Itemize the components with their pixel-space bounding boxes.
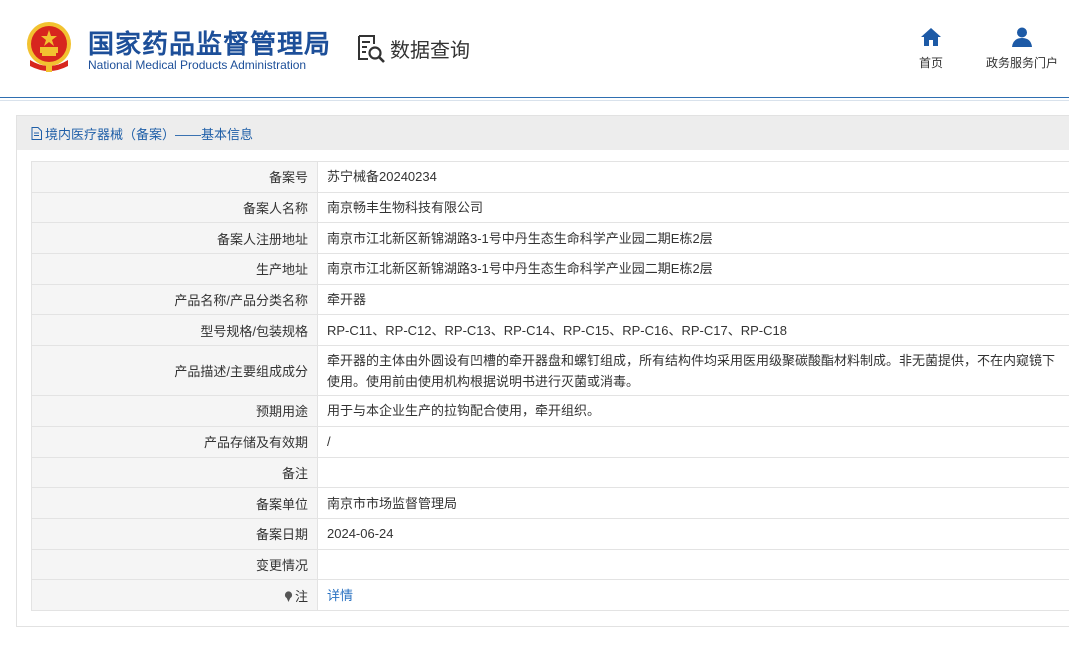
nav-gov-label: 政务服务门户 [985,56,1058,70]
row-value: 牵开器的主体由外圆设有凹槽的牵开器盘和螺钉组成，所有结构件均采用医用级聚碳酸酯材… [317,345,1069,397]
details-link[interactable]: 详情 [327,588,353,603]
nav-gov-service-portal[interactable]: 政务服务门户 [980,26,1064,71]
row-label: 产品名称/产品分类名称 [31,283,318,316]
row-label: 变更情况 [31,548,318,581]
data-query-heading: 数据查询 [356,33,470,63]
row-label: 产品存储及有效期 [31,425,318,458]
home-icon [921,28,941,46]
row-label: 型号规格/包装规格 [31,314,318,347]
row-value: 2024-06-24 [317,517,1069,550]
row-label: 生产地址 [31,253,318,285]
row-value: / [317,425,1069,458]
note-label: 注 [294,588,308,604]
row-value: 南京市江北新区新锦湖路3-1号中丹生态生命科学产业园二期E栋2层 [317,222,1069,255]
org-name-cn: 国家药品监督管理局 [88,29,332,59]
note-label-cell: 注 [31,579,318,611]
table-row: 注 详情 [31,579,1069,611]
nav-home[interactable]: 首页 [912,26,950,71]
table-row: 型号规格/包装规格 RP-C11、RP-C12、RP-C13、RP-C14、RP… [31,314,1069,347]
section-title: 数据查询 [390,39,470,62]
org-name-en: National Medical Products Administration [88,58,307,72]
table-row: 变更情况 [31,548,1069,581]
row-label: 预期用途 [31,395,318,427]
national-emblem-icon [27,22,71,72]
info-panel: 境内医疗器械（备案）——基本信息 备案号 苏宁械备20240234 备案人名称 … [16,115,1069,627]
row-value [317,456,1069,489]
row-label: 备案单位 [31,487,318,519]
note-value-cell: 详情 [317,579,1069,611]
row-value: 南京市市场监督管理局 [317,487,1069,519]
info-table: 备案号 苏宁械备20240234 备案人名称 南京畅丰生物科技有限公司 备案人注… [31,161,1069,611]
table-row: 生产地址 南京市江北新区新锦湖路3-1号中丹生态生命科学产业园二期E栋2层 [31,253,1069,285]
panel-title: 境内医疗器械（备案）——基本信息 [17,116,1069,150]
document-search-icon [358,35,385,63]
row-value: RP-C11、RP-C12、RP-C13、RP-C14、RP-C15、RP-C1… [317,314,1069,347]
table-row: 备注 [31,456,1069,489]
table-row: 备案人注册地址 南京市江北新区新锦湖路3-1号中丹生态生命科学产业园二期E栋2层 [31,222,1069,255]
document-icon [31,126,42,140]
table-row: 备案日期 2024-06-24 [31,517,1069,550]
row-value: 南京畅丰生物科技有限公司 [317,191,1069,224]
row-value: 牵开器 [317,283,1069,316]
row-value: 南京市江北新区新锦湖路3-1号中丹生态生命科学产业园二期E栋2层 [317,253,1069,285]
table-row: 备案号 苏宁械备20240234 [31,161,1069,193]
row-label: 备案人名称 [31,191,318,224]
header-divider [0,100,1069,101]
table-row: 备案人名称 南京畅丰生物科技有限公司 [31,191,1069,224]
row-label: 备案人注册地址 [31,222,318,255]
site-header: 国家药品监督管理局 National Medical Products Admi… [0,0,1069,98]
row-label: 产品描述/主要组成成分 [31,345,318,397]
row-label: 备注 [31,456,318,489]
table-row: 产品名称/产品分类名称 牵开器 [31,283,1069,316]
table-row: 产品存储及有效期 / [31,425,1069,458]
table-row: 备案单位 南京市市场监督管理局 [31,487,1069,519]
panel-title-text: 境内医疗器械（备案）——基本信息 [45,126,254,142]
user-icon [1012,27,1032,47]
row-value: 苏宁械备20240234 [317,161,1069,193]
row-value [317,548,1069,581]
row-label: 备案号 [31,161,318,193]
table-row: 预期用途 用于与本企业生产的拉钩配合使用，牵开组织。 [31,395,1069,427]
table-row: 产品描述/主要组成成分 牵开器的主体由外圆设有凹槽的牵开器盘和螺钉组成，所有结构… [31,345,1069,397]
pin-icon [284,590,293,602]
row-label: 备案日期 [31,517,318,550]
nav-home-label: 首页 [918,56,943,70]
row-value: 用于与本企业生产的拉钩配合使用，牵开组织。 [317,395,1069,427]
